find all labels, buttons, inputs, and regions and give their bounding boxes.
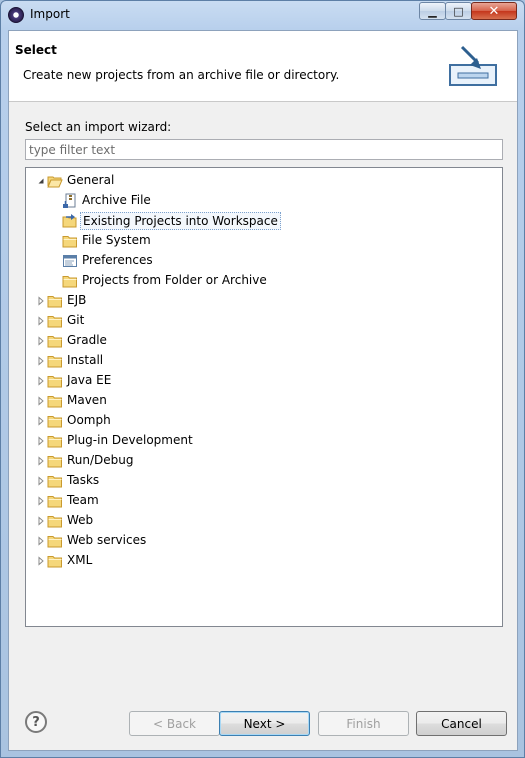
collapsed-arrow-icon[interactable] xyxy=(36,356,46,366)
collapsed-arrow-icon[interactable] xyxy=(36,396,46,406)
collapsed-arrow-icon[interactable] xyxy=(36,456,46,466)
tree-item-label: Tasks xyxy=(67,473,100,487)
tree-item[interactable]: XML xyxy=(26,551,502,571)
tree-item[interactable]: Archive File xyxy=(26,191,502,211)
tree-item[interactable]: EJB xyxy=(26,291,502,311)
preferences-icon xyxy=(63,255,77,267)
tree-item-label: Preferences xyxy=(82,253,153,267)
finish-button[interactable]: Finish xyxy=(318,711,409,736)
cancel-button[interactable]: Cancel xyxy=(416,711,507,736)
folder-icon xyxy=(47,296,62,308)
page-description: Create new projects from an archive file… xyxy=(23,68,340,82)
maximize-button[interactable]: □ xyxy=(445,2,472,20)
folder-icon xyxy=(62,276,77,288)
tree-item-label: File System xyxy=(82,233,151,247)
tree-item-label: Projects from Folder or Archive xyxy=(82,273,267,287)
collapsed-arrow-icon[interactable] xyxy=(36,536,46,546)
minimize-icon: ▁ xyxy=(428,4,437,18)
import-dialog: Import ▁ □ ✕ Select Create new projects … xyxy=(0,0,525,758)
tree-item[interactable]: Plug-in Development xyxy=(26,431,502,451)
tree-item[interactable]: Java EE xyxy=(26,371,502,391)
eclipse-app-icon xyxy=(8,7,24,23)
existing-projects-icon xyxy=(62,214,77,228)
close-button[interactable]: ✕ xyxy=(471,2,517,20)
folder-icon xyxy=(47,476,62,488)
tree-item-label: General xyxy=(67,173,115,187)
maximize-icon: □ xyxy=(453,4,464,18)
tree-item[interactable]: General xyxy=(26,171,502,191)
collapsed-arrow-icon[interactable] xyxy=(36,316,46,326)
tree-item[interactable]: Tasks xyxy=(26,471,502,491)
tree-item-label: Plug-in Development xyxy=(67,433,193,447)
archive-file-icon xyxy=(63,193,76,208)
tree-item[interactable]: Web services xyxy=(26,531,502,551)
tree-item[interactable]: Team xyxy=(26,491,502,511)
page-title: Select xyxy=(15,43,57,57)
import-wizard-icon xyxy=(449,45,497,86)
tree-item[interactable]: Projects from Folder or Archive xyxy=(26,271,502,291)
tree-item-label: Gradle xyxy=(67,333,107,347)
wizard-tree[interactable]: General Archive File Existing Projects int… xyxy=(25,167,503,627)
expanded-arrow-icon[interactable] xyxy=(36,176,46,186)
folder-icon xyxy=(47,456,62,468)
folder-icon xyxy=(47,516,62,528)
tree-item-label: Archive File xyxy=(82,193,151,207)
wizard-banner: Select Create new projects from an archi… xyxy=(9,31,517,102)
folder-icon xyxy=(47,396,62,408)
tree-item-label: Git xyxy=(67,313,85,327)
tree-item[interactable]: Gradle xyxy=(26,331,502,351)
tree-item-label: Java EE xyxy=(67,373,112,387)
back-button[interactable]: < Back xyxy=(129,711,220,736)
tree-item-label: Maven xyxy=(67,393,107,407)
folder-icon xyxy=(47,416,62,428)
collapsed-arrow-icon[interactable] xyxy=(36,476,46,486)
folder-icon xyxy=(62,236,77,248)
folder-icon xyxy=(47,496,62,508)
filter-input[interactable] xyxy=(25,139,503,160)
folder-icon xyxy=(47,356,62,368)
folder-icon xyxy=(47,436,62,448)
minimize-button[interactable]: ▁ xyxy=(419,2,446,20)
window-title: Import xyxy=(30,7,70,21)
title-bar[interactable]: Import ▁ □ ✕ xyxy=(1,1,524,29)
collapsed-arrow-icon[interactable] xyxy=(36,416,46,426)
collapsed-arrow-icon[interactable] xyxy=(36,556,46,566)
folder-icon xyxy=(47,376,62,388)
tree-item-label: Install xyxy=(67,353,104,367)
tree-item-label: EJB xyxy=(67,293,87,307)
tree-item[interactable]: Web xyxy=(26,511,502,531)
tree-item[interactable]: File System xyxy=(26,231,502,251)
filter-label: Select an import wizard: xyxy=(25,120,172,134)
button-bar: ? < Back Next > Finish Cancel xyxy=(9,695,517,750)
folder-icon xyxy=(47,336,62,348)
tree-item-label: Oomph xyxy=(67,413,111,427)
collapsed-arrow-icon[interactable] xyxy=(36,376,46,386)
tree-item[interactable]: Install xyxy=(26,351,502,371)
collapsed-arrow-icon[interactable] xyxy=(36,496,46,506)
tree-item-label: Team xyxy=(67,493,99,507)
collapsed-arrow-icon[interactable] xyxy=(36,516,46,526)
tree-item[interactable]: Git xyxy=(26,311,502,331)
tree-item[interactable]: Oomph xyxy=(26,411,502,431)
help-icon[interactable]: ? xyxy=(25,711,47,733)
collapsed-arrow-icon[interactable] xyxy=(36,296,46,306)
tree-item-label: Web xyxy=(67,513,94,527)
folder-icon xyxy=(47,316,62,328)
tree-item-label: Run/Debug xyxy=(67,453,134,467)
folder-icon xyxy=(47,536,62,548)
folder-icon xyxy=(47,556,62,568)
tree-item-label: XML xyxy=(67,553,93,567)
dialog-client-area: Select Create new projects from an archi… xyxy=(8,30,518,751)
tree-item-label: Existing Projects into Workspace xyxy=(80,212,281,230)
collapsed-arrow-icon[interactable] xyxy=(36,336,46,346)
tree-item[interactable]: Maven xyxy=(26,391,502,411)
folder-open-icon xyxy=(47,176,63,188)
next-button[interactable]: Next > xyxy=(219,711,310,736)
collapsed-arrow-icon[interactable] xyxy=(36,436,46,446)
tree-item[interactable]: Preferences xyxy=(26,251,502,271)
tree-item-label: Web services xyxy=(67,533,147,547)
tree-item[interactable]: Run/Debug xyxy=(26,451,502,471)
close-icon: ✕ xyxy=(488,3,500,19)
tree-item[interactable]: Existing Projects into Workspace xyxy=(26,211,502,231)
